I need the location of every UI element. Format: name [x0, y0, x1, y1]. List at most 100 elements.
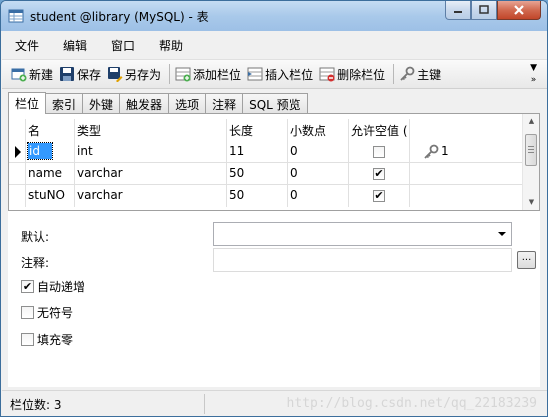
column-header-length[interactable]: 长度	[227, 119, 288, 141]
maximize-button[interactable]	[471, 1, 497, 20]
table-designer-window: student @library (MySQL) - 表 文件 编辑 窗口 帮助…	[0, 0, 548, 417]
cell-decimals[interactable]: 0	[288, 185, 349, 207]
chevron-down-icon	[498, 232, 506, 236]
zerofill-option[interactable]: 填充零	[21, 331, 73, 348]
unsigned-checkbox[interactable]	[21, 306, 34, 319]
insert-field-label: 插入栏位	[265, 67, 314, 82]
cell-nullable[interactable]: ✔	[349, 163, 410, 185]
auto-increment-label: 自动递增	[37, 280, 86, 294]
zerofill-label: 填充零	[37, 333, 74, 347]
tab-comments[interactable]: 注释	[205, 93, 244, 114]
scroll-up-icon[interactable]: ▲	[523, 114, 540, 129]
auto-increment-checkbox[interactable]: ✔	[21, 280, 34, 293]
field-properties-panel: 默认: 注释: ... ✔ 自动递增 无符号 填充零	[8, 211, 540, 387]
cell-type[interactable]: int	[75, 141, 227, 163]
status-separator	[204, 394, 205, 414]
unsigned-option[interactable]: 无符号	[21, 304, 73, 321]
nullable-checkbox[interactable]: ✔	[373, 190, 385, 202]
cell-key[interactable]: 1	[410, 141, 523, 163]
new-label: 新建	[29, 67, 54, 82]
row-indicator	[9, 141, 26, 163]
tab-strip: 栏位 索引 外键 触发器 选项 注释 SQL 预览	[8, 92, 308, 114]
column-header-type[interactable]: 类型	[75, 119, 227, 141]
cell-key[interactable]	[410, 163, 523, 185]
primary-key-order: 1	[441, 144, 449, 158]
menu-file[interactable]: 文件	[15, 37, 39, 54]
row-indicator-header	[9, 119, 26, 141]
unsigned-label: 无符号	[37, 306, 74, 320]
grid-header: 名 类型 长度 小数点 允许空值 (	[9, 119, 523, 141]
window-title: student @library (MySQL) - 表	[30, 10, 209, 24]
comment-input[interactable]	[213, 248, 512, 272]
add-field-label: 添加栏位	[193, 67, 242, 82]
tab-fields[interactable]: 栏位	[8, 92, 47, 114]
fields-grid-panel: 名 类型 长度 小数点 允许空值 ( id int 11 0 1 name va…	[8, 113, 540, 211]
tab-triggers[interactable]: 触发器	[119, 93, 170, 114]
menu-window[interactable]: 窗口	[111, 37, 135, 54]
cell-key[interactable]	[410, 185, 523, 207]
column-header-decimals[interactable]: 小数点	[288, 119, 349, 141]
tab-indexes[interactable]: 索引	[45, 93, 84, 114]
scroll-thumb[interactable]	[525, 134, 537, 166]
cell-name[interactable]: name	[26, 163, 75, 185]
minimize-button[interactable]	[445, 1, 471, 20]
fields-grid: 名 类型 长度 小数点 允许空值 ( id int 11 0 1 name va…	[9, 114, 523, 210]
primary-key-icon	[423, 144, 439, 162]
new-button[interactable]: 新建	[11, 66, 53, 83]
insert-field-icon	[247, 66, 263, 82]
menu-help[interactable]: 帮助	[159, 37, 183, 54]
column-header-nullable[interactable]: 允许空值 (	[349, 119, 410, 141]
selected-field-name[interactable]: id	[27, 142, 53, 160]
tab-foreign-keys[interactable]: 外键	[82, 93, 121, 114]
cell-decimals[interactable]: 0	[288, 163, 349, 185]
save-as-button[interactable]: 另存为	[107, 66, 161, 83]
table-row[interactable]: name varchar 50 0 ✔	[9, 163, 523, 185]
new-table-icon	[11, 66, 27, 82]
zerofill-checkbox[interactable]	[21, 333, 34, 346]
column-header-name[interactable]: 名	[26, 119, 75, 141]
cell-length[interactable]: 50	[227, 163, 288, 185]
auto-increment-option[interactable]: ✔ 自动递增	[21, 278, 85, 295]
save-button[interactable]: 保存	[59, 66, 101, 83]
grid-vertical-scrollbar[interactable]: ▲ ▼	[522, 114, 539, 210]
current-row-arrow-icon	[15, 146, 21, 158]
cell-nullable[interactable]: ✔	[349, 185, 410, 207]
toolbar: 新建 保存 另存为 添加栏位 插入栏位 删除栏位 主键 ▼ »	[2, 59, 547, 89]
close-button[interactable]	[497, 1, 541, 20]
cell-type[interactable]: varchar	[75, 163, 227, 185]
cell-name[interactable]: id	[26, 141, 75, 163]
tab-sql-preview[interactable]: SQL 预览	[242, 93, 308, 114]
cell-nullable[interactable]	[349, 141, 410, 163]
status-bar: 栏位数: 3 http://blog.csdn.net/qq_22183239	[2, 390, 547, 416]
table-icon	[8, 8, 24, 24]
tab-options[interactable]: 选项	[168, 93, 207, 114]
delete-field-button[interactable]: 删除栏位	[319, 66, 385, 83]
save-icon	[59, 66, 75, 82]
key-icon	[399, 66, 415, 82]
cell-name[interactable]: stuNO	[26, 185, 75, 207]
cell-length[interactable]: 11	[227, 141, 288, 163]
field-count: 栏位数: 3	[10, 398, 62, 412]
scroll-down-icon[interactable]: ▼	[523, 195, 540, 210]
cell-decimals[interactable]: 0	[288, 141, 349, 163]
save-as-label: 另存为	[125, 67, 162, 82]
primary-key-button[interactable]: 主键	[399, 66, 441, 83]
default-value-select[interactable]	[213, 222, 512, 246]
menu-edit[interactable]: 编辑	[63, 37, 87, 54]
insert-field-button[interactable]: 插入栏位	[247, 66, 313, 83]
nullable-checkbox[interactable]	[373, 146, 385, 158]
primary-key-label: 主键	[417, 67, 442, 82]
delete-field-icon	[319, 66, 335, 82]
table-row[interactable]: stuNO varchar 50 0 ✔	[9, 185, 523, 207]
cell-length[interactable]: 50	[227, 185, 288, 207]
cell-type[interactable]: varchar	[75, 185, 227, 207]
toolbar-overflow-icon[interactable]: ▼»	[530, 62, 537, 86]
comment-editor-button[interactable]: ...	[517, 251, 536, 269]
table-row[interactable]: id int 11 0 1	[9, 141, 523, 163]
nullable-checkbox[interactable]: ✔	[373, 168, 385, 180]
comment-label: 注释:	[21, 256, 50, 270]
column-header-key	[410, 119, 523, 141]
add-field-button[interactable]: 添加栏位	[175, 66, 241, 83]
toolbar-separator	[393, 64, 395, 84]
title-bar[interactable]: student @library (MySQL) - 表	[1, 1, 547, 31]
